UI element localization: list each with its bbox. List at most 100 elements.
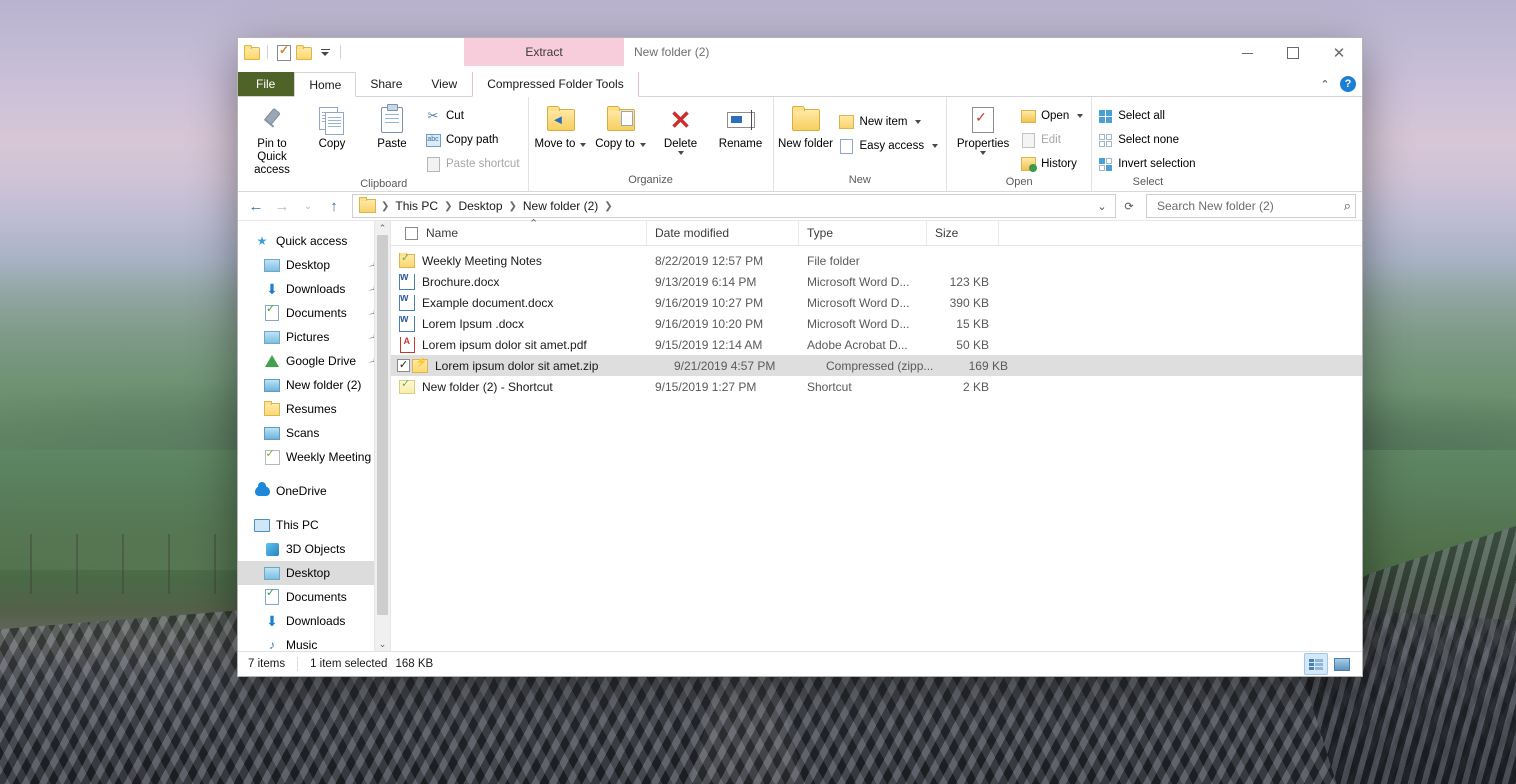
tab-file[interactable]: File [238, 72, 295, 96]
table-row[interactable]: ✓ Lorem Ipsum .docx 9/16/2019 10:20 PM M… [391, 313, 1362, 334]
recent-locations-chevron-down-icon[interactable]: ⌄ [296, 195, 320, 217]
sidebar-item-documents[interactable]: Documents [238, 585, 390, 609]
edit-icon [1020, 132, 1036, 148]
close-button[interactable]: ✕ [1316, 38, 1362, 68]
paste-shortcut-icon [425, 156, 441, 172]
file-name-cell: Lorem ipsum dolor sit amet.pdf [391, 336, 647, 353]
sidebar-item-documents-quick-label: Documents [286, 306, 347, 320]
properties-chevron-down-icon [980, 151, 987, 156]
address-dropdown-chevron-down-icon[interactable]: ⌄ [1091, 195, 1113, 217]
move-to-button[interactable]: ◄ Move to [531, 100, 591, 151]
back-button[interactable]: ← [244, 195, 268, 217]
sidebar-item-weekly-meeting[interactable]: Weekly Meeting [238, 445, 390, 469]
tab-compressed-folder-tools[interactable]: Compressed Folder Tools [472, 72, 639, 97]
breadcrumb-separator-2[interactable]: ❯ [508, 201, 518, 212]
copy-button[interactable]: Copy [302, 100, 362, 151]
select-none-button[interactable]: Select none [1094, 128, 1201, 152]
search-input[interactable] [1155, 198, 1344, 214]
sidebar-item-documents-quick[interactable]: Documents 📌 [238, 301, 390, 325]
invert-selection-icon [1097, 156, 1113, 172]
sidebar-item-downloads-quick[interactable]: ⬇ Downloads 📌 [238, 277, 390, 301]
column-header-date-modified[interactable]: Date modified [647, 221, 799, 245]
sidebar-item-3d-objects[interactable]: 3D Objects [238, 537, 390, 561]
scrollbar-thumb[interactable] [377, 235, 388, 615]
select-all-checkbox[interactable] [405, 226, 418, 240]
file-name-label: Example document.docx [422, 295, 554, 310]
help-icon[interactable]: ? [1340, 76, 1356, 92]
sidebar-item-desktop[interactable]: Desktop [238, 561, 390, 585]
sidebar-item-music[interactable]: ♪ Music [238, 633, 390, 651]
easy-access-button[interactable]: Easy access [836, 134, 945, 158]
sidebar-item-onedrive[interactable]: OneDrive [238, 479, 390, 503]
3d-objects-icon [264, 541, 280, 557]
breadcrumb[interactable]: ❯ This PC ❯ Desktop ❯ New folder (2) ❯ ⌄ [352, 194, 1116, 218]
table-row[interactable]: ✓ Lorem ipsum dolor sit amet.zip 9/21/20… [391, 355, 1362, 376]
rename-button[interactable]: Rename [711, 100, 771, 151]
sidebar-item-scans[interactable]: Scans [238, 421, 390, 445]
sidebar-item-downloads-quick-label: Downloads [286, 282, 346, 296]
sidebar-item-resumes[interactable]: Resumes [238, 397, 390, 421]
new-folder-button[interactable]: New folder [776, 100, 836, 151]
forward-button[interactable]: → [270, 195, 294, 217]
breadcrumb-item-desktop[interactable]: Desktop [454, 197, 506, 215]
tab-view[interactable]: View [417, 72, 472, 96]
table-row[interactable]: ✓ Lorem ipsum dolor sit amet.pdf 9/15/20… [391, 334, 1362, 355]
ribbon-group-clipboard-label: Clipboard [360, 177, 408, 190]
properties-button[interactable]: ✓ Properties [949, 100, 1017, 156]
scroll-up-arrow-icon[interactable]: ⌃ [375, 221, 390, 235]
up-button[interactable]: ↑ [322, 195, 346, 217]
breadcrumb-item-new-folder-2[interactable]: New folder (2) [519, 197, 602, 215]
tab-home[interactable]: Home [294, 72, 357, 97]
column-header-type[interactable]: Type [799, 221, 927, 245]
sidebar-item-downloads[interactable]: ⬇ Downloads [238, 609, 390, 633]
sidebar-item-pictures-quick[interactable]: Pictures 📌 [238, 325, 390, 349]
tab-share[interactable]: Share [356, 72, 417, 96]
sidebar-item-quick-access[interactable]: ★ Quick access [238, 229, 390, 253]
cut-button[interactable]: ✂ Cut [422, 104, 526, 128]
zip-icon [412, 358, 428, 374]
breadcrumb-separator-3[interactable]: ❯ [603, 201, 613, 212]
delete-button[interactable]: ✕ Delete [651, 100, 711, 156]
qat-customize-chevron-down-icon[interactable] [317, 44, 333, 60]
qat-new-folder-icon[interactable] [275, 43, 291, 61]
paste-button[interactable]: Paste [362, 100, 422, 151]
maximize-button[interactable] [1270, 38, 1316, 68]
new-item-button[interactable]: New item [836, 110, 945, 134]
copy-to-button[interactable]: Copy to [591, 100, 651, 151]
collapse-ribbon-chevron-up-icon[interactable]: ⌃ [1318, 77, 1332, 91]
sidebar-item-google-drive[interactable]: Google Drive 📌 [238, 349, 390, 373]
breadcrumb-item-this-pc[interactable]: This PC [391, 197, 442, 215]
table-row[interactable]: ✓ New folder (2) - Shortcut 9/15/2019 1:… [391, 376, 1362, 397]
table-row[interactable]: ✓ Weekly Meeting Notes 8/22/2019 12:57 P… [391, 250, 1362, 271]
qat-properties-folder-icon[interactable] [244, 44, 260, 60]
search-box[interactable]: ⌕ [1146, 194, 1356, 218]
pin-to-quick-access-button[interactable]: Pin to Quick access [242, 100, 302, 178]
open-chevron-down-icon [1077, 114, 1084, 118]
navigation-pane-scrollbar[interactable]: ⌃ ⌄ [374, 221, 390, 651]
contextual-tab-header[interactable]: Extract [464, 38, 624, 66]
edit-button[interactable]: Edit [1017, 128, 1089, 152]
column-header-size[interactable]: Size [927, 221, 999, 245]
sidebar-item-downloads-label: Downloads [286, 614, 346, 628]
refresh-icon[interactable]: ⟳ [1118, 195, 1140, 217]
copy-path-button[interactable]: abc Copy path [422, 128, 526, 152]
history-button[interactable]: History [1017, 152, 1089, 176]
invert-selection-button[interactable]: Invert selection [1094, 152, 1201, 176]
paste-shortcut-button[interactable]: Paste shortcut [422, 152, 526, 176]
details-view-button[interactable] [1304, 653, 1328, 675]
search-icon[interactable]: ⌕ [1344, 198, 1351, 214]
table-row[interactable]: ✓ Brochure.docx 9/13/2019 6:14 PM Micros… [391, 271, 1362, 292]
breadcrumb-separator-1[interactable]: ❯ [443, 201, 453, 212]
sidebar-item-new-folder-2[interactable]: New folder (2) [238, 373, 390, 397]
table-row[interactable]: ✓ Example document.docx 9/16/2019 10:27 … [391, 292, 1362, 313]
select-all-button[interactable]: Select all [1094, 104, 1201, 128]
sidebar-item-desktop-quick[interactable]: Desktop 📌 [238, 253, 390, 277]
large-icons-view-button[interactable] [1330, 653, 1354, 675]
open-button[interactable]: Open [1017, 104, 1089, 128]
sidebar-item-this-pc[interactable]: This PC [238, 513, 390, 537]
scroll-down-arrow-icon[interactable]: ⌄ [375, 637, 390, 651]
row-checkbox[interactable]: ✓ [397, 359, 410, 372]
qat-undo-folder-icon[interactable] [296, 44, 312, 60]
minimize-button[interactable] [1224, 38, 1270, 68]
column-header-name[interactable]: Name ⌃ [391, 218, 647, 245]
